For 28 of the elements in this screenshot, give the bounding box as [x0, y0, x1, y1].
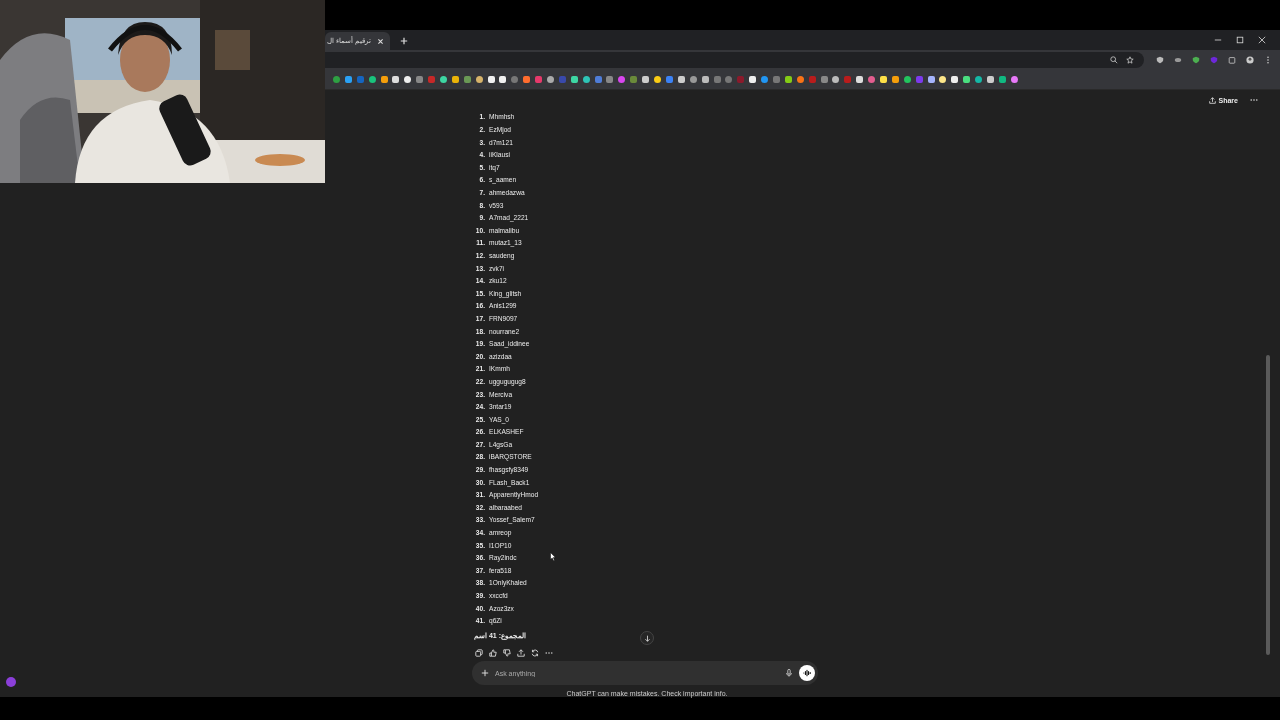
close-icon[interactable] [376, 37, 384, 45]
star-icon[interactable] [1126, 56, 1134, 64]
zoom-icon[interactable] [1110, 56, 1118, 64]
mouse-cursor-icon [550, 552, 556, 561]
avatar-icon[interactable] [6, 677, 16, 687]
scroll-down-button[interactable] [640, 631, 654, 645]
arrow-down-icon [643, 634, 651, 642]
plus-icon[interactable] [481, 669, 489, 677]
new-tab-icon[interactable] [399, 37, 408, 45]
microphone-icon[interactable] [785, 669, 793, 677]
regenerate-icon[interactable] [531, 649, 539, 657]
scrollbar[interactable] [1266, 355, 1270, 655]
profile-icon[interactable] [1246, 56, 1254, 64]
thumbs-down-icon[interactable] [503, 649, 511, 657]
upload-icon [1208, 96, 1216, 104]
shield-icon[interactable] [1156, 56, 1164, 64]
waveform-icon [803, 669, 811, 677]
share-icon[interactable] [517, 649, 525, 657]
maximize-icon[interactable] [1236, 36, 1244, 44]
voice-button[interactable] [799, 665, 815, 681]
more-icon[interactable] [545, 649, 553, 657]
copy-icon[interactable] [475, 649, 483, 657]
shield-icon[interactable] [1192, 56, 1200, 64]
thumbs-up-icon[interactable] [489, 649, 497, 657]
close-icon[interactable] [1258, 36, 1266, 44]
puzzle-icon[interactable] [1228, 56, 1236, 64]
minimize-icon[interactable] [1214, 36, 1222, 44]
menu-icon[interactable] [1264, 56, 1272, 64]
